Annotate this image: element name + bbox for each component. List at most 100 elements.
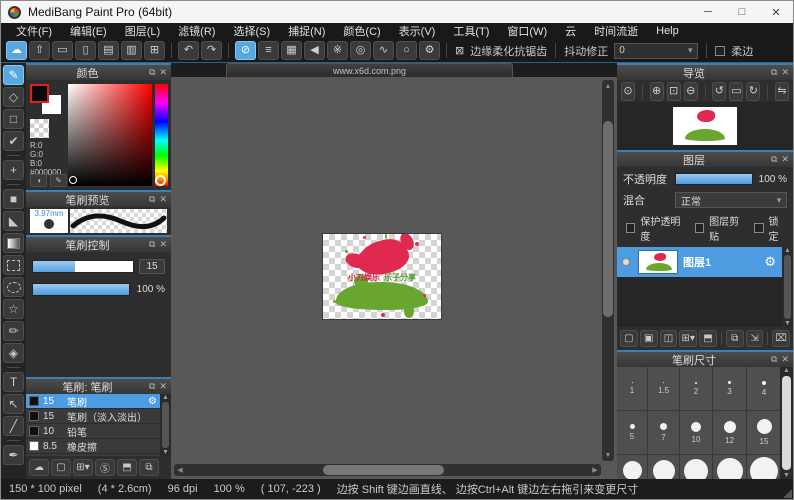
menu-file[interactable]: 文件(F)	[7, 23, 61, 39]
brush-size-cell[interactable]: 3	[713, 367, 746, 410]
eraser-tool[interactable]: ◇	[3, 87, 24, 107]
jitter-dropdown[interactable]: 0 ▾	[614, 43, 698, 59]
snap-cross-button[interactable]: ▦	[281, 41, 302, 60]
menu-snap[interactable]: 捕捉(N)	[279, 23, 334, 39]
layer-opacity-slider[interactable]	[675, 173, 753, 185]
brush-size-cell[interactable]: 40	[713, 455, 746, 479]
scrollbar-thumb[interactable]	[162, 402, 169, 448]
new-8bit-layer-button[interactable]: ▣	[640, 330, 658, 347]
grid-edit-button[interactable]: ⊞	[144, 41, 165, 60]
undo-button[interactable]: ↶	[178, 41, 199, 60]
move-tool[interactable]: +	[3, 160, 24, 180]
scroll-down-icon[interactable]: ▼	[162, 449, 169, 456]
scroll-down-icon[interactable]: ▼	[783, 472, 790, 479]
canvas-viewport[interactable]: 小刀娱乐乐子分享 ◀ ▶ ▲ ▼	[171, 77, 617, 479]
close-icon[interactable]: ✕	[159, 194, 167, 205]
lasso-tool[interactable]	[3, 277, 24, 297]
bucket-tool[interactable]: ◣	[3, 211, 24, 231]
soft-edge-checkbox[interactable]	[715, 46, 725, 56]
sv-cursor[interactable]	[69, 176, 77, 184]
scroll-down-icon[interactable]: ▼	[605, 449, 612, 461]
select-pen-tool[interactable]: ✏	[3, 321, 24, 341]
brush-size-cell[interactable]: 30	[680, 455, 712, 479]
new-layer-button[interactable]: ▢	[620, 330, 638, 347]
close-icon[interactable]: ✕	[781, 67, 789, 78]
brush-size-cell[interactable]: 1.5	[648, 367, 679, 410]
brush-size-cell[interactable]: 12	[713, 411, 746, 454]
flip-view-button[interactable]: ⇋	[775, 82, 789, 101]
brush-size-cell[interactable]: 5	[617, 411, 647, 454]
scroll-right-icon[interactable]: ▶	[589, 466, 601, 474]
redo-button[interactable]: ↷	[201, 41, 222, 60]
operation-tool[interactable]: ↖	[3, 394, 24, 414]
scroll-left-icon[interactable]: ◀	[174, 466, 186, 474]
snap-curve-button[interactable]: ∿	[373, 41, 394, 60]
brush-list-item[interactable]: 10 铅笔	[26, 424, 160, 439]
hue-slider[interactable]	[155, 84, 168, 186]
popup-icon[interactable]: ⧉	[149, 239, 155, 250]
brush-opacity-slider[interactable]	[32, 283, 130, 296]
brush-tool[interactable]: ✎	[3, 65, 24, 85]
add-brush-menu-button[interactable]: ⊞▾	[73, 459, 93, 476]
horizontal-scrollbar[interactable]: ◀ ▶	[174, 464, 601, 476]
layers-scrollbar[interactable]: ▲ ▼	[782, 247, 793, 327]
close-icon[interactable]: ✕	[781, 154, 789, 165]
document-tab[interactable]: www.x6d.com.png	[226, 63, 513, 77]
brush-size-cell[interactable]: 10	[680, 411, 712, 454]
menu-help[interactable]: Help	[647, 25, 688, 37]
layer-folder-button[interactable]: ⬒	[699, 330, 717, 347]
scrollbar-thumb[interactable]	[784, 255, 791, 319]
brush-list-item[interactable]: 15 笔刷 ⚙	[26, 394, 160, 409]
popup-icon[interactable]: ⧉	[149, 381, 155, 392]
rotate-left-button[interactable]: ↺	[712, 82, 726, 101]
menu-timelapse[interactable]: 时间流逝	[585, 23, 647, 39]
nav-zoom-in-button[interactable]: ⊕	[650, 82, 664, 101]
shape-brush-tool[interactable]: □	[3, 109, 24, 129]
brush-size-value[interactable]: 15	[139, 259, 165, 274]
snap-concentric-button[interactable]: ◎	[350, 41, 371, 60]
close-icon[interactable]: ✕	[159, 239, 167, 250]
select-tool[interactable]	[3, 255, 24, 275]
saturation-value-picker[interactable]	[68, 84, 152, 186]
brush-list-item[interactable]: 15 笔刷（淡入淡出）	[26, 409, 160, 424]
add-brush-button[interactable]: ▢	[51, 459, 71, 476]
delete-layer-button[interactable]: ⌧	[772, 330, 790, 347]
snap-vanishing-button[interactable]: ◀	[304, 41, 325, 60]
brush-size-cell[interactable]: 15	[747, 411, 780, 454]
snap-ellipse-button[interactable]: ○	[396, 41, 417, 60]
divide-tool[interactable]: ╱	[3, 416, 24, 436]
gear-icon[interactable]: ⚙	[764, 254, 776, 270]
palette-button[interactable]: ✎	[50, 174, 67, 187]
protect-alpha-checkbox[interactable]	[626, 223, 635, 233]
duplicate-brush-button[interactable]: ⧉	[139, 459, 159, 476]
v-scroll-thumb[interactable]	[603, 121, 613, 317]
popup-icon[interactable]: ⧉	[771, 354, 777, 365]
scroll-up-icon[interactable]: ▲	[162, 394, 169, 401]
script-brush-button[interactable]: Ⓢ	[95, 459, 115, 476]
close-button[interactable]: ✕	[759, 1, 793, 23]
navigator-preview[interactable]: ⋯ ⋯	[617, 102, 793, 150]
transparent-color-swatch[interactable]	[30, 119, 49, 138]
rotate-right-button[interactable]: ↻	[746, 82, 760, 101]
hue-cursor[interactable]	[155, 175, 166, 186]
vertical-scrollbar[interactable]: ▲ ▼	[602, 80, 614, 461]
brush-size-cell[interactable]: 25	[648, 455, 679, 479]
document-button[interactable]: ▤	[98, 41, 119, 60]
layer-row[interactable]: 图层1 ⚙	[617, 247, 782, 277]
clipping-checkbox[interactable]	[695, 223, 704, 233]
canvas-image[interactable]: 小刀娱乐乐子分享	[323, 234, 441, 319]
select-eraser-tool[interactable]: ◈	[3, 343, 24, 363]
scroll-up-icon[interactable]: ▲	[783, 367, 790, 374]
popup-icon[interactable]: ⧉	[149, 194, 155, 205]
foreground-color-swatch[interactable]	[30, 84, 49, 103]
menu-filter[interactable]: 滤镜(R)	[169, 23, 224, 39]
add-layer-menu-button[interactable]: ⊞▾	[679, 330, 697, 347]
new-1bit-layer-button[interactable]: ◫	[660, 330, 678, 347]
scrollbar-thumb[interactable]	[782, 376, 791, 470]
gradient-tool[interactable]	[3, 233, 24, 253]
lock-checkbox[interactable]	[754, 223, 763, 233]
scroll-down-icon[interactable]: ▼	[784, 320, 791, 327]
close-icon[interactable]: ✕	[159, 67, 167, 78]
nav-fit-button[interactable]: ⊡	[667, 82, 681, 101]
layer-visibility-toggle[interactable]	[619, 258, 633, 266]
